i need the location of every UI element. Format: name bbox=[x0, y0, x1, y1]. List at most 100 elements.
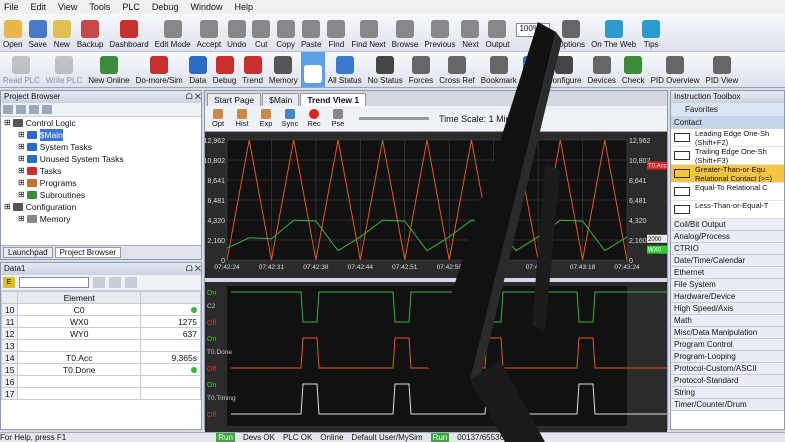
output-button[interactable]: Output bbox=[482, 14, 512, 51]
filter-icon[interactable] bbox=[29, 105, 39, 114]
new-button[interactable]: New bbox=[50, 14, 74, 51]
close-icon[interactable]: ᗝ ✕ bbox=[186, 263, 201, 275]
no-status-button[interactable]: No Status bbox=[365, 52, 406, 87]
element-cell[interactable] bbox=[17, 375, 141, 388]
settings-icon[interactable] bbox=[125, 277, 137, 288]
element-dropdown[interactable] bbox=[19, 277, 89, 288]
toolbox-item[interactable]: Equal-To Relational C bbox=[671, 183, 784, 201]
tab-main[interactable]: $Main bbox=[262, 93, 300, 106]
category-timer-counter-drum[interactable]: Timer/Counter/Drum bbox=[671, 399, 784, 411]
pin-icon[interactable]: ᗝ ✕ bbox=[186, 91, 201, 103]
forces-button[interactable]: Forces bbox=[406, 52, 436, 87]
accept-button[interactable]: Accept bbox=[194, 14, 224, 51]
value-cell[interactable] bbox=[140, 363, 201, 376]
edit-mode-button[interactable]: Edit Mode bbox=[152, 14, 194, 51]
toolbox-item[interactable]: Less-Than-or-Equal-T bbox=[671, 201, 784, 219]
category-protocol-standard[interactable]: Protocol-Standard bbox=[671, 375, 784, 387]
table-row[interactable]: 12 WY0 637 bbox=[0, 327, 201, 340]
category-file-system[interactable]: File System bbox=[671, 279, 784, 291]
do-more-sim-button[interactable]: Do-more/Sim bbox=[133, 52, 186, 87]
value-cell[interactable]: 9.365s bbox=[140, 351, 201, 364]
menu-tools[interactable]: Tools bbox=[89, 2, 110, 12]
on-the-web-button[interactable]: On The Web bbox=[588, 14, 639, 51]
table-row[interactable]: 11 WX0 1275 bbox=[0, 315, 201, 328]
find-button[interactable]: Find bbox=[324, 14, 348, 51]
exp-button[interactable]: Exp bbox=[255, 109, 277, 128]
value-cell[interactable] bbox=[140, 387, 201, 400]
expand-toggle-icon[interactable]: ⊞ bbox=[18, 153, 25, 165]
tab-project-browser[interactable]: Project Browser bbox=[54, 247, 122, 258]
tree-item-subroutines[interactable]: ⊞ Subroutines bbox=[4, 189, 201, 201]
paste-button[interactable]: Paste bbox=[298, 14, 324, 51]
tree-item-system-tasks[interactable]: ⊞ System Tasks bbox=[4, 141, 201, 153]
category-ctrio[interactable]: CTRIO bbox=[671, 243, 784, 255]
pid-view-button[interactable]: PID View bbox=[703, 52, 742, 87]
category-math[interactable]: Math bbox=[671, 315, 784, 327]
copy-button[interactable]: Copy bbox=[273, 14, 298, 51]
value-cell[interactable]: 637 bbox=[140, 327, 201, 340]
remove-icon[interactable] bbox=[109, 277, 121, 288]
category-analog-process[interactable]: Analog/Process bbox=[671, 231, 784, 243]
grid-button[interactable] bbox=[300, 52, 325, 87]
expand-toggle-icon[interactable]: ⊞ bbox=[4, 117, 11, 129]
element-cell[interactable] bbox=[17, 387, 141, 400]
menu-plc[interactable]: PLC bbox=[122, 2, 140, 12]
element-cell[interactable]: T0.Acc bbox=[17, 351, 141, 364]
data-button[interactable]: Data bbox=[186, 52, 210, 87]
element-icon[interactable]: E bbox=[3, 277, 15, 288]
expand-toggle-icon[interactable]: ⊞ bbox=[4, 201, 11, 213]
pse-button[interactable]: Pse bbox=[327, 109, 349, 128]
value-cell[interactable] bbox=[140, 303, 201, 316]
toolbox-item[interactable]: Leading Edge One-Sh (Shift+F2) bbox=[671, 129, 784, 147]
browse-button[interactable]: Browse bbox=[389, 14, 422, 51]
save-button[interactable]: Save bbox=[26, 14, 50, 51]
all-status-button[interactable]: All Status bbox=[325, 52, 365, 87]
table-row[interactable]: 14 T0.Acc 9.365s bbox=[0, 351, 201, 364]
undo-button[interactable]: Undo bbox=[224, 14, 249, 51]
category-ethernet[interactable]: Ethernet bbox=[671, 267, 784, 279]
devices-button[interactable]: Devices bbox=[584, 52, 618, 87]
memory-button[interactable]: Memory bbox=[266, 52, 301, 87]
tree-item-tasks[interactable]: ⊞ Tasks bbox=[4, 165, 201, 177]
table-row[interactable]: 16 bbox=[0, 375, 201, 388]
table-row[interactable]: 17 bbox=[0, 387, 201, 400]
category-misc-data-manipulation[interactable]: Misc/Data Manipulation bbox=[671, 327, 784, 339]
menu-debug[interactable]: Debug bbox=[152, 2, 179, 12]
table-row[interactable]: 15 T0.Done bbox=[0, 363, 201, 376]
tree-item-memory[interactable]: ⊞ Memory bbox=[4, 213, 201, 225]
category-date-time-calendar[interactable]: Date/Time/Calendar bbox=[671, 255, 784, 267]
check-button[interactable]: Check bbox=[619, 52, 648, 87]
previous-button[interactable]: Previous bbox=[421, 14, 458, 51]
value-cell[interactable] bbox=[140, 339, 201, 352]
hist-button[interactable]: Hist bbox=[231, 109, 253, 128]
tab-launchpad[interactable]: Launchpad bbox=[3, 247, 53, 258]
category-string[interactable]: String bbox=[671, 387, 784, 399]
element-cell[interactable]: WY0 bbox=[17, 327, 141, 340]
category-coil-bit-output[interactable]: Coil/Bit Output bbox=[671, 219, 784, 231]
favorites-header[interactable]: Favorites bbox=[671, 103, 784, 116]
menu-window[interactable]: Window bbox=[190, 2, 222, 12]
value-cell[interactable] bbox=[140, 375, 201, 388]
expand-toggle-icon[interactable]: ⊞ bbox=[18, 141, 25, 153]
category-hardware-device[interactable]: Hardware/Device bbox=[671, 291, 784, 303]
element-cell[interactable]: T0.Done bbox=[17, 363, 141, 376]
backup-button[interactable]: Backup bbox=[74, 14, 107, 51]
next-button[interactable]: Next bbox=[458, 14, 482, 51]
open-button[interactable]: Open bbox=[0, 14, 26, 51]
category-high-speed-axis[interactable]: High Speed/Axis bbox=[671, 303, 784, 315]
tree-item-unused-system-tasks[interactable]: ⊞ Unused System Tasks bbox=[4, 153, 201, 165]
new-online-button[interactable]: New Online bbox=[85, 52, 132, 87]
tab-start-page[interactable]: Start Page bbox=[207, 93, 262, 106]
menu-help[interactable]: Help bbox=[234, 2, 253, 12]
table-row[interactable]: 13 bbox=[0, 339, 201, 352]
info-button[interactable]: Info bbox=[520, 52, 544, 87]
read-plc-button[interactable]: Read PLC bbox=[0, 52, 43, 87]
tree-item-control-logic[interactable]: ⊞ Control Logic bbox=[4, 117, 201, 129]
element-cell[interactable] bbox=[17, 339, 141, 352]
bookmark-button[interactable]: Bookmark bbox=[478, 52, 520, 87]
category-protocol-custom-ascii[interactable]: Protocol-Custom/ASCII bbox=[671, 363, 784, 375]
cut-button[interactable]: Cut bbox=[249, 14, 273, 51]
rec-button[interactable]: Rec bbox=[303, 109, 325, 128]
options-button[interactable]: Options bbox=[554, 14, 588, 51]
configure-button[interactable]: Configure bbox=[544, 52, 585, 87]
